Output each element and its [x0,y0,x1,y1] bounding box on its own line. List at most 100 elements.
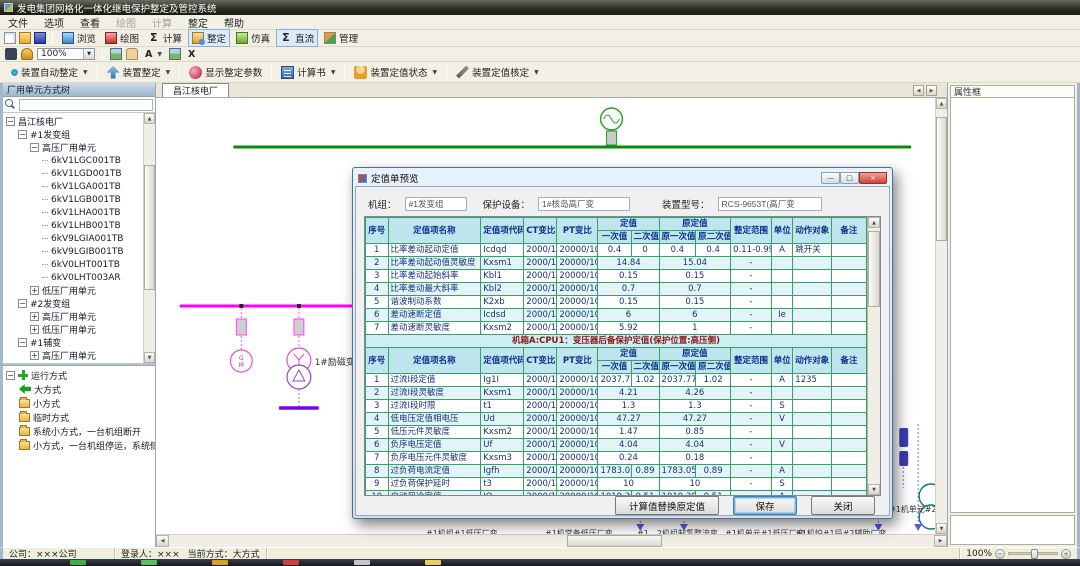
key-icon[interactable] [21,48,33,60]
scrollbar-thumb[interactable] [868,231,880,308]
zoom-slider-thumb[interactable] [1031,549,1038,559]
taskbar-item[interactable] [354,560,370,565]
transformer-delta-symbol[interactable] [287,365,311,389]
save-icon[interactable] [34,32,46,44]
expander-icon[interactable]: + [30,312,39,321]
chevron-down-icon[interactable]: ▼ [83,69,88,76]
setting-toolbar-button-4[interactable]: 装置定值状态▼ [348,64,443,80]
expander-icon[interactable]: − [18,338,27,347]
taskbar-item[interactable] [212,560,228,565]
expander-icon[interactable]: + [30,325,39,334]
tab-scroll-right-icon[interactable]: ▶ [926,85,937,96]
tree-node[interactable]: 6kV0LHT001TB [3,258,143,271]
menu-item-4[interactable]: 计算 [144,15,180,30]
tab-station[interactable]: 昌江核电厂 [162,83,229,97]
setting-toolbar-button-0[interactable]: 装置自动整定▼ [5,64,94,80]
toolbar-button-3[interactable]: 整定 [188,29,230,47]
close-dialog-button[interactable]: 关闭 [811,496,875,515]
unit-field[interactable] [405,197,467,211]
tree-node[interactable]: −#2发变组 [3,297,143,310]
scrollbar-thumb[interactable] [936,117,947,241]
toolbar-button-1[interactable]: 绘图 [102,30,142,46]
tree-node[interactable]: 6kV1LGC001TB [3,154,143,167]
menu-item-3[interactable]: 绘图 [108,15,144,30]
tree-node[interactable]: +高压厂用单元 [3,349,143,362]
toolbar-button-5[interactable]: 直流 [276,29,318,47]
tree-node[interactable]: −高压厂用单元 [3,141,143,154]
tree-node[interactable]: −#1发变组 [3,128,143,141]
table-row[interactable]: 3过流I段时限t12000/120000/1001.31.3-S [366,400,867,413]
taskbar-item[interactable] [283,560,299,565]
table-row[interactable]: 3比率差动起始斜率Kbl12000/120000/1000.150.15- [366,270,867,283]
zoom-combo[interactable]: 100% ▼ [37,48,95,60]
minimize-button[interactable]: — [821,172,840,184]
toolbar-button-2[interactable]: 计算 [145,30,185,46]
tree-node[interactable]: 低压厂用单元 [3,362,143,363]
expander-icon[interactable]: + [30,286,39,295]
taskbar-item[interactable] [70,560,86,565]
taskbar-item[interactable] [425,560,441,565]
menu-item-5[interactable]: 整定 [180,15,216,30]
tree-node[interactable]: 6kV1LGD001TB [3,167,143,180]
run-mode-item-1[interactable]: 小方式 [3,396,155,410]
scroll-up-icon[interactable]: ▲ [868,217,880,228]
tree-node[interactable]: 6kV9LGIA001TB [3,232,143,245]
setting-toolbar-button-2[interactable]: 显示整定参数 [183,64,268,80]
canvas-hscroll[interactable]: ◀ ▶ [156,534,947,547]
breaker-symbol[interactable] [236,319,246,335]
replace-with-calculated-button[interactable]: 计算值替换原定值 [615,496,719,515]
menu-item-1[interactable]: 选项 [36,15,72,30]
expander-icon[interactable]: − [18,299,27,308]
table-row[interactable]: 2比率差动起动值灵敏度Kxsm12000/120000/10014.8415.0… [366,257,867,270]
table-row[interactable]: 4低电压定值相电压Ud2000/120000/10047.2747.27-V [366,413,867,426]
run-mode-item-2[interactable]: 临时方式 [3,410,155,424]
tree-search-input[interactable] [19,99,153,111]
desktop-taskbar[interactable] [0,559,1080,566]
run-mode-item-4[interactable]: 小方式，一台机组停运，系统侧断开 [3,438,155,452]
table-row[interactable]: 6差动速断定值Icdsd2000/120000/10066-Ie [366,309,867,322]
tree-node[interactable]: 6kV1LHB001TB [3,219,143,232]
run-mode-item-3[interactable]: 系统小方式，一台机组断开 [3,424,155,438]
setting-toolbar-button-5[interactable]: 装置定值核定▼ [450,64,545,80]
table-row[interactable]: 7差动速断灵敏度Kxsm22000/120000/1005.921- [366,322,867,335]
tree-node[interactable]: +高压厂用单元 [3,310,143,323]
table-row[interactable]: 2过流I段灵敏度Kxsm12000/120000/1004.214.26- [366,387,867,400]
setting-toolbar-button-1[interactable]: 装置整定▼ [101,64,177,80]
picture-icon[interactable] [110,48,122,60]
toolbar-button-0[interactable]: 浏览 [59,30,99,46]
image-icon[interactable] [169,48,181,60]
scroll-up-icon[interactable]: ▲ [936,98,947,109]
expander-icon[interactable]: − [30,143,39,152]
save-button[interactable]: 保存 [733,496,797,515]
run-mode-item-0[interactable]: 大方式 [3,382,155,396]
expander-icon[interactable]: − [6,117,15,126]
menu-item-2[interactable]: 查看 [72,15,108,30]
zoom-out-icon[interactable]: − [995,549,1005,559]
scrollbar-thumb[interactable] [144,165,155,290]
table-row[interactable]: 8过负荷电流定值Igfh2000/120000/1001783.050.8917… [366,465,867,478]
taskbar-item[interactable] [141,560,157,565]
scroll-down-icon[interactable]: ▼ [936,523,947,534]
scroll-up-icon[interactable]: ▲ [144,113,155,124]
setting-toolbar-button-3[interactable]: 计算书▼ [275,64,341,80]
maximize-button[interactable]: □ [840,172,859,184]
chevron-down-icon[interactable]: ▼ [432,69,437,76]
pan-hand-icon[interactable] [126,48,138,60]
close-icon[interactable]: × [859,172,887,184]
canvas-vscroll[interactable]: ▲ ▼ [935,98,947,534]
scroll-down-icon[interactable]: ▼ [868,484,880,495]
breaker-symbol[interactable] [294,319,304,335]
scroll-down-icon[interactable]: ▼ [144,352,155,363]
table-row[interactable]: 1过流I段定值Ig1I2000/120000/1002037.771.02203… [366,374,867,387]
scroll-left-icon[interactable]: ◀ [156,535,169,547]
table-row[interactable]: 4比率差动最大斜率Kbl22000/120000/1000.70.7- [366,283,867,296]
tree-node[interactable]: +低压厂用单元 [3,284,143,297]
protect-device-field[interactable] [538,197,630,211]
tree-node[interactable]: −昌江核电厂 [3,115,143,128]
table-row[interactable]: 9过负荷保护延时t32000/120000/1001010-S [366,478,867,491]
chevron-down-icon[interactable]: ▼ [166,69,171,76]
blue-device-symbol[interactable] [899,451,908,466]
device-model-field[interactable] [718,197,822,211]
tab-scroll-left-icon[interactable]: ◀ [913,85,924,96]
expander-icon[interactable]: − [6,371,15,380]
